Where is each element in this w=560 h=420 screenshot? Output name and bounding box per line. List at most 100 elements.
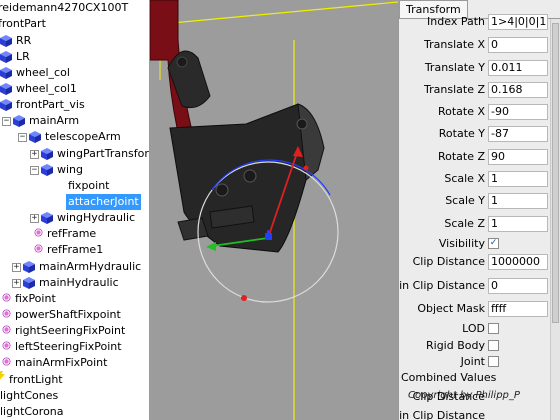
collapse-toggle-icon[interactable]: − [30,165,39,175]
3d-viewport[interactable] [150,0,398,420]
rotate-y-field[interactable]: -87 [488,126,548,142]
translate-x-field[interactable]: 0 [488,37,548,53]
collapse-toggle-icon[interactable]: − [18,132,27,142]
tree-item-label: leftSteeringFixPoint [15,340,122,353]
properties-scrollbar-thumb[interactable] [552,23,559,323]
transform-cube-icon [0,67,12,79]
min-clip-distance-field[interactable]: 0 [488,278,548,294]
tree-item[interactable]: frontPart [0,16,48,32]
object-mask-field[interactable]: ffff [488,301,548,317]
tree-item[interactable]: refFrame1 [34,242,105,258]
tree-item-label: mainHydraulic [39,276,119,289]
tree-item[interactable]: − telescopeArm [18,129,123,145]
properties-panel: Transform Index Path 1>4|0|0|1|1 Transla… [398,0,560,420]
tree-item[interactable]: − wing [30,162,85,178]
scale-y-label: Scale Y [445,194,485,207]
tree-item[interactable]: + wingHydraulic [30,210,137,226]
index-path-label: Index Path [427,15,485,28]
tree-item-label: rightSeeringFixPoint [15,324,126,337]
point-node-icon [2,307,11,323]
scale-x-field[interactable]: 1 [488,171,548,187]
tree-item[interactable]: lightCorona [0,404,66,420]
point-node-icon [2,355,11,371]
index-path-field[interactable]: 1>4|0|0|1|1 [488,14,548,30]
tree-item-label: RR [16,34,32,47]
transform-cube-icon [13,115,25,127]
scene-graph-tree[interactable]: reidemann4270CX100T frontPart RR LR wheel_co… [0,0,150,420]
row-translate-y: Translate Y 0.011 [399,58,549,76]
collapse-toggle-icon[interactable]: − [2,116,11,126]
expand-toggle-icon[interactable]: + [30,213,39,223]
properties-scrollbar[interactable] [550,19,560,420]
min-clip-distance-2-label: Min Clip Distance [398,409,485,420]
scale-y-field[interactable]: 1 [488,193,548,209]
guide-line-top [150,1,398,26]
object-mask-label: Object Mask [417,302,485,315]
row-translate-z: Translate Z 0.168 [399,80,549,98]
viewport-canvas[interactable] [150,0,398,420]
bolt-3 [215,183,229,197]
tree-item[interactable]: refFrame [34,226,98,242]
tree-item[interactable]: frontLight [0,371,65,387]
tree-item-label: mainArm [29,114,80,127]
joint-label: Joint [460,355,485,368]
tree-item[interactable]: attacherJoint [64,194,141,210]
lod-checkbox[interactable] [488,323,499,334]
combined-values-heading: Combined Values [401,371,497,384]
expand-toggle-icon[interactable]: + [12,278,21,288]
visibility-checkbox[interactable]: ✓ [488,238,499,249]
min-clip-distance-label: Min Clip Distance [398,279,485,292]
row-scale-y: Scale Y 1 [399,191,549,209]
tree-item[interactable]: wheel_col1 [0,81,79,97]
tree-item[interactable]: lightCones [0,388,60,404]
row-object-mask: Object Mask ffff [399,299,549,317]
tree-item[interactable]: mainArmFixPoint [2,355,109,371]
transform-cube-icon [0,99,12,111]
scale-z-label: Scale Z [444,217,485,230]
tree-item[interactable]: frontPart_vis [0,97,87,113]
rigid-body-checkbox[interactable] [488,340,499,351]
expand-toggle-icon[interactable]: + [12,262,21,272]
tree-item[interactable]: + mainHydraulic [12,275,121,291]
light-icon [0,371,5,388]
visibility-label: Visibility [438,237,485,250]
tree-item[interactable]: leftSteeringFixPoint [2,339,124,355]
tree-item[interactable]: fixpoint [64,178,112,194]
expand-toggle-icon[interactable]: + [30,149,39,159]
tree-item[interactable]: − mainArm [2,113,81,129]
tree-item-label: powerShaftFixpoint [15,308,121,321]
tree-item[interactable]: rightSeeringFixPoint [2,323,127,339]
row-scale-z: Scale Z 1 [399,214,549,232]
tree-item[interactable]: wheel_col [0,65,72,81]
rotate-z-field[interactable]: 90 [488,149,548,165]
tree-item-label: fixpoint [68,179,110,192]
row-scale-x: Scale X 1 [399,169,549,187]
tree-item[interactable]: + mainArmHydraulic [12,259,143,275]
tree-item-label: refFrame [47,227,97,240]
tree-item[interactable]: powerShaftFixpoint [2,307,123,323]
joint-checkbox[interactable] [488,356,499,367]
gizmo-handle-bottom [241,295,247,301]
transform-cube-icon [23,261,35,273]
tree-item[interactable]: + wingPartTransform [30,146,149,162]
translate-z-field[interactable]: 0.168 [488,82,548,98]
model-lower-foot [177,217,209,241]
rotate-x-field[interactable]: -90 [488,104,548,120]
rotate-x-label: Rotate X [437,105,485,118]
scale-z-field[interactable]: 1 [488,216,548,232]
translate-y-field[interactable]: 0.011 [488,60,548,76]
tree-item[interactable]: fixPoint [2,291,58,307]
row-rotate-z: Rotate Z 90 [399,147,549,165]
tree-item[interactable]: reidemann4270CX100T [0,0,130,16]
clip-distance-field[interactable]: 1000000 [488,254,548,270]
tree-item[interactable]: LR [0,49,32,65]
tree-item[interactable]: RR [0,33,33,49]
point-node-icon [2,323,11,339]
row-min-clip-distance: Min Clip Distance 0 [399,276,549,294]
translate-y-label: Translate Y [424,61,485,74]
translate-z-label: Translate Z [424,83,485,96]
point-node-icon [34,242,43,258]
transform-cube-icon [29,131,41,143]
tree-item-label: fixPoint [15,292,56,305]
bolt-4 [243,169,257,183]
